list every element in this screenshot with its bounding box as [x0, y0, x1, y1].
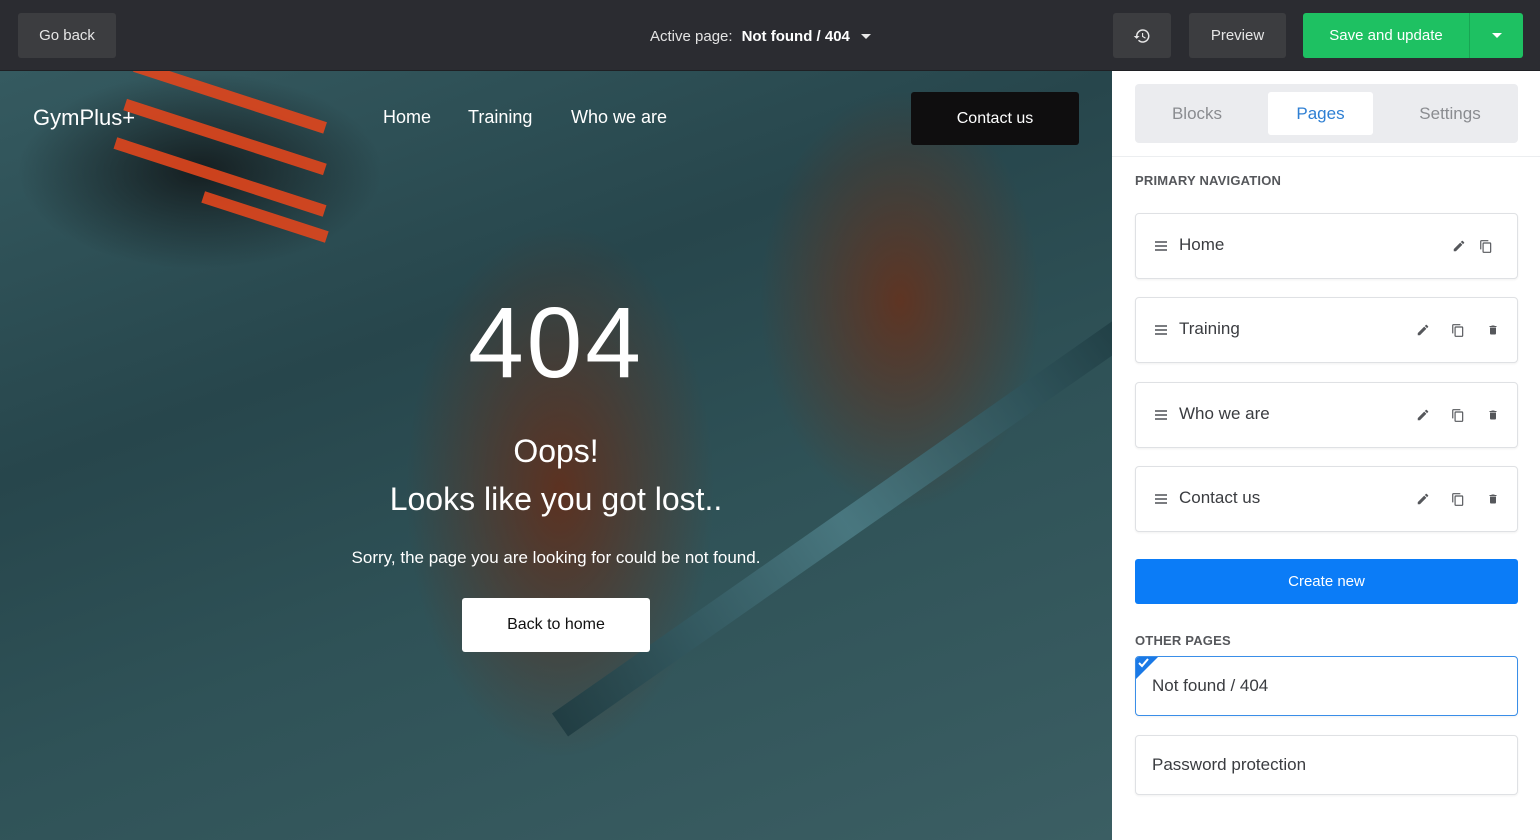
save-options-dropdown[interactable] — [1469, 13, 1523, 58]
site-logo[interactable]: GymPlus+ — [33, 105, 135, 131]
drag-handle-icon[interactable] — [1155, 494, 1167, 504]
edit-icon[interactable] — [1413, 405, 1433, 425]
error-title: Oops! — [513, 433, 599, 469]
nav-page-label: Home — [1179, 235, 1225, 254]
edit-icon[interactable] — [1413, 489, 1433, 509]
other-page-item-selected[interactable]: Not found / 404 — [1135, 656, 1518, 716]
site-contact-button[interactable]: Contact us — [911, 92, 1079, 145]
nav-page-label: Contact us — [1179, 488, 1261, 507]
other-page-label: Not found / 404 — [1152, 676, 1269, 695]
active-page-value: Not found / 404 — [741, 27, 850, 45]
tab-pages[interactable]: Pages — [1268, 92, 1373, 135]
duplicate-icon[interactable] — [1448, 320, 1468, 340]
nav-page-item[interactable]: Who we are — [1135, 382, 1518, 448]
history-icon — [1133, 28, 1150, 43]
drag-handle-icon[interactable] — [1155, 410, 1167, 420]
tab-settings[interactable]: Settings — [1397, 92, 1503, 135]
divider — [1112, 156, 1540, 157]
error-message: Sorry, the page you are looking for coul… — [351, 548, 761, 567]
save-button-group: Save and update — [1303, 13, 1523, 58]
chevron-down-icon — [860, 33, 871, 39]
tab-blocks[interactable]: Blocks — [1143, 92, 1251, 135]
trash-icon[interactable] — [1483, 405, 1503, 425]
other-page-item[interactable]: Password protection — [1135, 735, 1518, 795]
site-header: GymPlus+ Home Training Who we are Contac… — [0, 71, 1112, 165]
save-and-update-button[interactable]: Save and update — [1303, 13, 1469, 58]
page-preview-canvas: GymPlus+ Home Training Who we are Contac… — [0, 71, 1112, 840]
go-back-button[interactable]: Go back — [18, 13, 116, 58]
trash-icon[interactable] — [1483, 489, 1503, 509]
duplicate-icon[interactable] — [1448, 489, 1468, 509]
chevron-down-icon — [1491, 33, 1502, 38]
edit-icon[interactable] — [1449, 236, 1469, 256]
site-nav-training[interactable]: Training — [468, 107, 532, 128]
nav-page-item[interactable]: Home — [1135, 213, 1518, 279]
duplicate-icon[interactable] — [1448, 405, 1468, 425]
nav-page-label: Training — [1179, 319, 1240, 338]
create-new-page-button[interactable]: Create new — [1135, 559, 1518, 604]
panel-tabs: Blocks Pages Settings — [1135, 84, 1518, 143]
drag-handle-icon[interactable] — [1155, 325, 1167, 335]
trash-icon[interactable] — [1483, 320, 1503, 340]
edit-icon[interactable] — [1413, 320, 1433, 340]
back-to-home-button[interactable]: Back to home — [462, 598, 650, 652]
other-pages-heading: OTHER PAGES — [1135, 633, 1231, 648]
pages-panel: Blocks Pages Settings PRIMARY NAVIGATION… — [1112, 71, 1540, 840]
history-button[interactable] — [1113, 13, 1171, 58]
error-code: 404 — [468, 287, 644, 399]
other-page-label: Password protection — [1152, 755, 1307, 774]
preview-button[interactable]: Preview — [1189, 13, 1286, 58]
active-page-label: Active page: — [650, 27, 733, 45]
checkmark-icon — [1138, 658, 1149, 668]
active-page-selector[interactable]: Active page: Not found / 404 — [650, 24, 871, 48]
drag-handle-icon[interactable] — [1155, 241, 1167, 251]
site-nav-home[interactable]: Home — [383, 107, 431, 128]
nav-page-item[interactable]: Training — [1135, 297, 1518, 363]
nav-page-item[interactable]: Contact us — [1135, 466, 1518, 532]
site-nav-who-we-are[interactable]: Who we are — [571, 107, 667, 128]
duplicate-icon[interactable] — [1476, 236, 1496, 256]
nav-page-label: Who we are — [1179, 404, 1270, 423]
error-subtitle: Looks like you got lost.. — [389, 481, 723, 517]
primary-navigation-heading: PRIMARY NAVIGATION — [1135, 173, 1282, 188]
editor-toolbar: Go back Active page: Not found / 404 Pre… — [0, 0, 1540, 71]
